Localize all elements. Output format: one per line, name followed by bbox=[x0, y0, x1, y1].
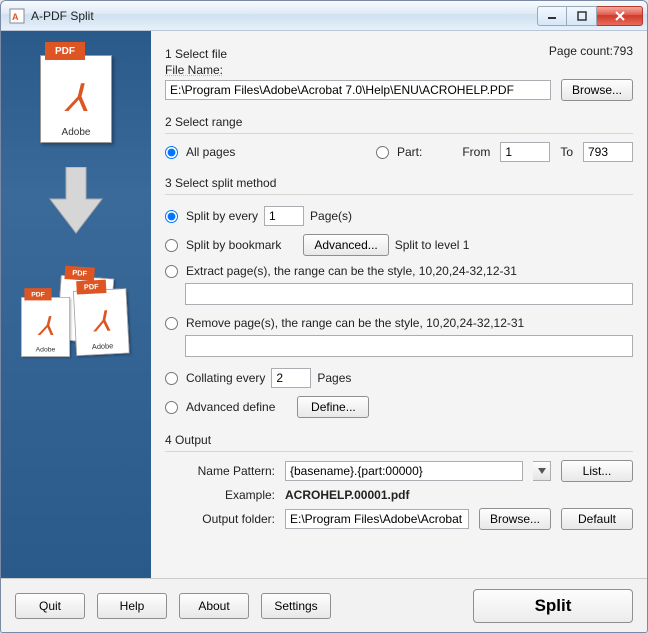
radio-remove[interactable]: Remove page(s), the range can be the sty… bbox=[165, 313, 633, 333]
svg-text:A: A bbox=[12, 12, 19, 22]
extract-range-input[interactable] bbox=[185, 283, 633, 305]
remove-range-input[interactable] bbox=[185, 335, 633, 357]
app-window: A A-PDF Split PDF ⅄ Adobe bbox=[0, 0, 648, 633]
pdf-output-icon: PDF⅄Ad PDF⅄Adobe PDF⅄Adobe bbox=[21, 261, 131, 371]
file-name-label: File Name: bbox=[165, 63, 633, 77]
sidebar-illustration: PDF ⅄ Adobe PDF⅄Ad PDF⅄Adobe PDF⅄Adobe bbox=[1, 31, 151, 578]
file-name-input[interactable] bbox=[165, 80, 551, 100]
arrow-down-icon bbox=[46, 167, 106, 237]
folder-label: Output folder: bbox=[165, 512, 275, 526]
radio-collating-input[interactable] bbox=[165, 372, 178, 385]
browse-file-button[interactable]: Browse... bbox=[561, 79, 633, 101]
bookmark-level-label: Split to level 1 bbox=[395, 238, 470, 252]
radio-part-input[interactable] bbox=[376, 146, 389, 159]
quit-button[interactable]: Quit bbox=[15, 593, 85, 619]
titlebar: A A-PDF Split bbox=[1, 1, 647, 31]
section-3-head: 3 Select split method bbox=[165, 176, 633, 190]
example-label: Example: bbox=[165, 488, 275, 502]
divider bbox=[165, 133, 633, 134]
radio-split-every[interactable]: Split by every Page(s) bbox=[165, 203, 633, 229]
divider bbox=[165, 451, 633, 452]
to-input[interactable] bbox=[583, 142, 633, 162]
radio-collating[interactable]: Collating every Pages bbox=[165, 365, 633, 391]
define-button[interactable]: Define... bbox=[297, 396, 369, 418]
radio-bookmark[interactable]: Split by bookmark Advanced... Split to l… bbox=[165, 231, 633, 259]
radio-remove-input[interactable] bbox=[165, 317, 178, 330]
app-icon: A bbox=[9, 8, 25, 24]
section-2-head: 2 Select range bbox=[165, 115, 633, 129]
radio-advanced-define[interactable]: Advanced define Define... bbox=[165, 393, 633, 421]
window-title: A-PDF Split bbox=[31, 9, 537, 23]
section-1-head: 1 Select file bbox=[165, 47, 227, 61]
output-folder-input[interactable] bbox=[285, 509, 469, 529]
adobe-glyph-icon: ⅄ bbox=[51, 76, 101, 120]
footer: Quit Help About Settings Split bbox=[1, 578, 647, 632]
minimize-button[interactable] bbox=[537, 6, 567, 26]
body: PDF ⅄ Adobe PDF⅄Ad PDF⅄Adobe PDF⅄Adobe 1… bbox=[1, 31, 647, 578]
close-icon bbox=[614, 11, 626, 21]
bookmark-advanced-button[interactable]: Advanced... bbox=[303, 234, 388, 256]
browse-folder-button[interactable]: Browse... bbox=[479, 508, 551, 530]
from-input[interactable] bbox=[500, 142, 550, 162]
radio-all-pages-input[interactable] bbox=[165, 146, 178, 159]
window-controls bbox=[537, 6, 643, 26]
pdf-source-icon: PDF ⅄ Adobe bbox=[40, 55, 112, 143]
radio-extract-input[interactable] bbox=[165, 265, 178, 278]
to-label: To bbox=[560, 145, 573, 159]
split-every-value[interactable] bbox=[264, 206, 304, 226]
section-4-head: 4 Output bbox=[165, 433, 633, 447]
settings-button[interactable]: Settings bbox=[261, 593, 331, 619]
page-count: Page count:793 bbox=[549, 44, 633, 58]
from-label: From bbox=[462, 145, 490, 159]
maximize-icon bbox=[577, 11, 587, 21]
pattern-combo[interactable] bbox=[285, 461, 523, 481]
help-button[interactable]: Help bbox=[97, 593, 167, 619]
default-folder-button[interactable]: Default bbox=[561, 508, 633, 530]
main-form: 1 Select file Page count:793 File Name: … bbox=[151, 31, 647, 578]
collating-value[interactable] bbox=[271, 368, 311, 388]
about-button[interactable]: About bbox=[179, 593, 249, 619]
radio-advanced-define-input[interactable] bbox=[165, 401, 178, 414]
radio-split-every-input[interactable] bbox=[165, 210, 178, 223]
pdf-badge: PDF bbox=[45, 42, 85, 60]
chevron-down-icon[interactable] bbox=[533, 461, 551, 481]
minimize-icon bbox=[547, 11, 557, 21]
radio-part[interactable]: Part: bbox=[376, 142, 422, 162]
radio-bookmark-input[interactable] bbox=[165, 239, 178, 252]
pattern-label: Name Pattern: bbox=[165, 464, 275, 478]
adobe-label: Adobe bbox=[41, 127, 111, 138]
radio-all-pages[interactable]: All pages bbox=[165, 142, 235, 162]
close-button[interactable] bbox=[597, 6, 643, 26]
split-button[interactable]: Split bbox=[473, 589, 633, 623]
example-value: ACROHELP.00001.pdf bbox=[285, 488, 633, 502]
radio-extract[interactable]: Extract page(s), the range can be the st… bbox=[165, 261, 633, 281]
maximize-button[interactable] bbox=[567, 6, 597, 26]
list-button[interactable]: List... bbox=[561, 460, 633, 482]
divider bbox=[165, 194, 633, 195]
